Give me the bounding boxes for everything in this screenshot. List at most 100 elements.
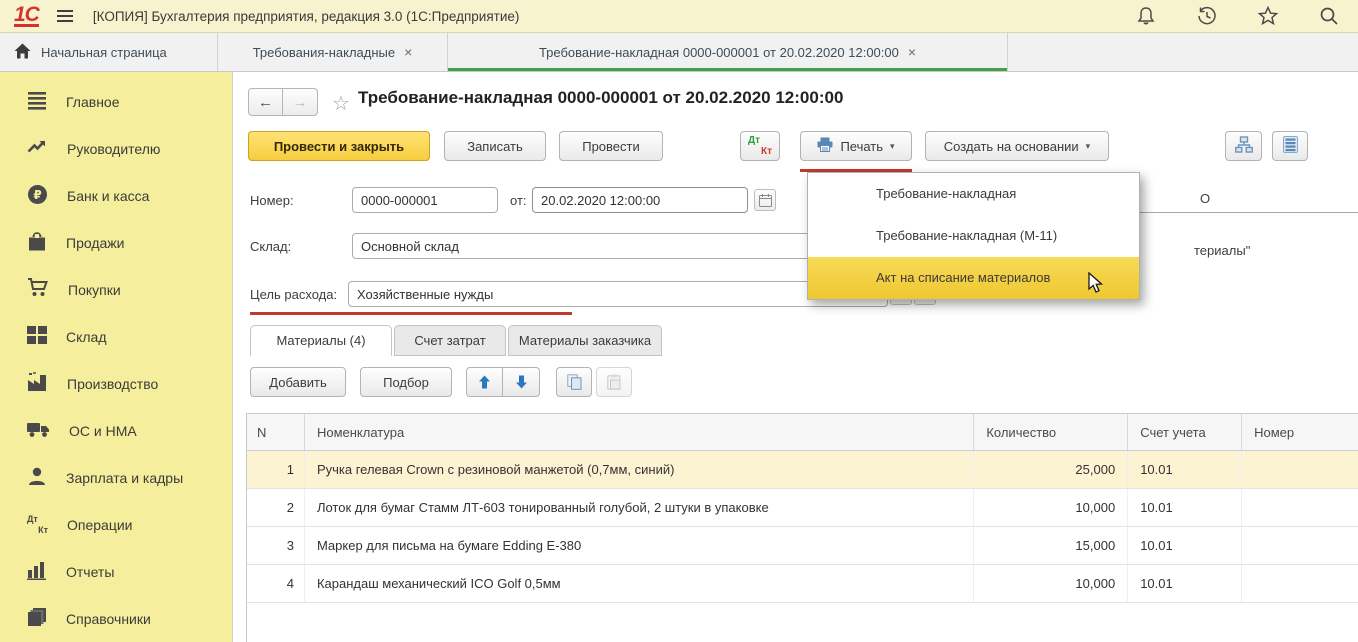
sidebar-item-label: Отчеты (66, 564, 114, 580)
sidebar-item-label: Руководителю (67, 141, 160, 157)
printer-icon (817, 137, 833, 155)
books-icon (27, 607, 47, 630)
covered-field-underline (1140, 212, 1358, 213)
chevron-down-icon: ▾ (890, 141, 895, 152)
move-up-button[interactable] (466, 367, 503, 397)
app-titlebar: 1С [КОПИЯ] Бухгалтерия предприятия, реда… (0, 0, 1358, 33)
close-icon[interactable]: × (908, 44, 916, 60)
covered-text-fragment: териалы" (1194, 243, 1250, 258)
create-based-on-button[interactable]: Создать на основании ▾ (925, 131, 1109, 161)
sidebar-item-label: Банк и касса (67, 188, 149, 204)
forward-button[interactable]: → (283, 88, 318, 116)
print-button[interactable]: Печать ▾ (800, 131, 912, 161)
grid-icon (27, 326, 47, 348)
sidebar-item-label: Продажи (66, 235, 124, 251)
tab-label: Требования-накладные (253, 45, 395, 60)
sidebar-item-zarplata-i-kadry[interactable]: Зарплата и кадры (0, 454, 232, 501)
sidebar-item-spravochniki[interactable]: Справочники (0, 595, 232, 642)
sidebar-item-bank-i-kassa[interactable]: ₽ Банк и касса (0, 172, 232, 219)
table-row[interactable]: 3 Маркер для письма на бумаге Edding E-3… (247, 527, 1358, 565)
favorite-star-icon[interactable]: ☆ (332, 91, 350, 116)
col-header-nomer[interactable]: Номер (1242, 414, 1358, 450)
structure-icon (1235, 136, 1253, 156)
sidebar-item-glavnoe[interactable]: Главное (0, 78, 232, 125)
col-header-kolichestvo[interactable]: Количество (974, 414, 1128, 450)
col-header-nomenklatura[interactable]: Номенклатура (305, 414, 974, 450)
factory-icon (27, 372, 48, 395)
date-label: от: (510, 193, 527, 208)
chart-icon (27, 561, 47, 583)
calendar-icon[interactable] (754, 189, 776, 211)
table-header: N Номенклатура Количество Счет учета Ном… (247, 414, 1358, 451)
person-icon (27, 466, 47, 489)
list-icon (1283, 136, 1298, 156)
sidebar-item-otchety[interactable]: Отчеты (0, 548, 232, 595)
sidebar-item-os-i-nma[interactable]: ОС и НМА (0, 407, 232, 454)
tab-materialy-zakazchika[interactable]: Материалы заказчика (508, 325, 662, 356)
tab-materialy[interactable]: Материалы (4) (250, 325, 392, 356)
pick-button[interactable]: Подбор (360, 367, 452, 397)
home-page-tab[interactable]: Начальная страница (0, 33, 218, 71)
number-field[interactable] (352, 187, 498, 213)
sidebar-item-proizvodstvo[interactable]: Производство (0, 360, 232, 407)
date-field[interactable] (532, 187, 748, 213)
cart-icon (27, 278, 49, 301)
dtkt-postings-button[interactable]: Дт Кт (740, 131, 780, 161)
truck-icon (27, 420, 50, 441)
purpose-required-underline (250, 312, 572, 315)
sidebar-item-label: Операции (67, 517, 133, 533)
sidebar-item-label: Покупки (68, 282, 121, 298)
save-button[interactable]: Записать (444, 131, 546, 161)
back-button[interactable]: ← (248, 88, 283, 116)
copy-icon[interactable] (556, 367, 592, 397)
menu-item-trebovanie-nakladnaya[interactable]: Требование-накладная (808, 173, 1139, 215)
tab-label: Требование-накладная 0000-000001 от 20.0… (539, 45, 899, 60)
search-icon[interactable] (1318, 5, 1340, 27)
sidebar-item-rukovoditelyu[interactable]: Руководителю (0, 125, 232, 172)
covered-field-fragment: О (1200, 191, 1210, 206)
main-menu-icon[interactable] (57, 10, 73, 22)
purpose-label: Цель расхода: (250, 287, 337, 302)
table-row[interactable]: 4 Карандаш механический ICO Golf 0,5мм 1… (247, 565, 1358, 603)
related-documents-button[interactable] (1225, 131, 1262, 161)
favorites-icon[interactable] (1257, 5, 1279, 27)
move-down-button[interactable] (503, 367, 540, 397)
svg-text:₽: ₽ (33, 188, 41, 202)
sidebar-item-label: Главное (66, 94, 120, 110)
sidebar-item-label: Справочники (66, 611, 151, 627)
materials-table: N Номенклатура Количество Счет учета Ном… (246, 413, 1358, 642)
sidebar-item-pokupki[interactable]: Покупки (0, 266, 232, 313)
post-button[interactable]: Провести (559, 131, 663, 161)
sidebar-item-prodazhi[interactable]: Продажи (0, 219, 232, 266)
tab-trebovanie-nakladnaya-document[interactable]: Требование-накладная 0000-000001 от 20.0… (448, 33, 1008, 71)
home-icon (14, 43, 31, 62)
close-icon[interactable]: × (404, 44, 412, 60)
section-panel: Главное Руководителю ₽ Банк и касса Прод… (0, 72, 233, 642)
mouse-cursor (1086, 272, 1106, 299)
post-and-close-button[interactable]: Провести и закрыть (248, 131, 430, 161)
sidebar-item-label: Зарплата и кадры (66, 470, 183, 486)
home-tab-label: Начальная страница (41, 45, 167, 60)
window-tabbar: Начальная страница Требования-накладные … (0, 33, 1358, 72)
1c-logo: 1С (14, 5, 39, 27)
add-row-button[interactable]: Добавить (250, 367, 346, 397)
col-header-schet-ucheta[interactable]: Счет учета (1128, 414, 1242, 450)
paste-icon[interactable] (596, 367, 632, 397)
document-form: ← → ☆ Требование-накладная 0000-000001 о… (234, 72, 1358, 642)
col-header-n[interactable]: N (247, 414, 305, 450)
tab-schet-zatrat[interactable]: Счет затрат (394, 325, 506, 356)
notifications-icon[interactable] (1135, 5, 1157, 27)
sidebar-item-operatsii[interactable]: ДтКт Операции (0, 501, 232, 548)
document-register-button[interactable] (1272, 131, 1308, 161)
sidebar-item-label: Производство (67, 376, 158, 392)
table-row[interactable]: 2 Лоток для бумаг Стамм ЛТ-603 тонирован… (247, 489, 1358, 527)
table-row[interactable]: 1 Ручка гелевая Crown с резиновой манжет… (247, 451, 1358, 489)
sidebar-item-label: Склад (66, 329, 107, 345)
menu-item-trebovanie-nakladnaya-m11[interactable]: Требование-накладная (М-11) (808, 215, 1139, 257)
sidebar-item-sklad[interactable]: Склад (0, 313, 232, 360)
document-title: Требование-накладная 0000-000001 от 20.0… (358, 88, 843, 108)
dtkt-icon: ДтКт (27, 514, 48, 535)
number-label: Номер: (250, 193, 294, 208)
tab-trebovaniya-nakladnye[interactable]: Требования-накладные × (218, 33, 448, 71)
history-icon[interactable] (1196, 5, 1218, 27)
